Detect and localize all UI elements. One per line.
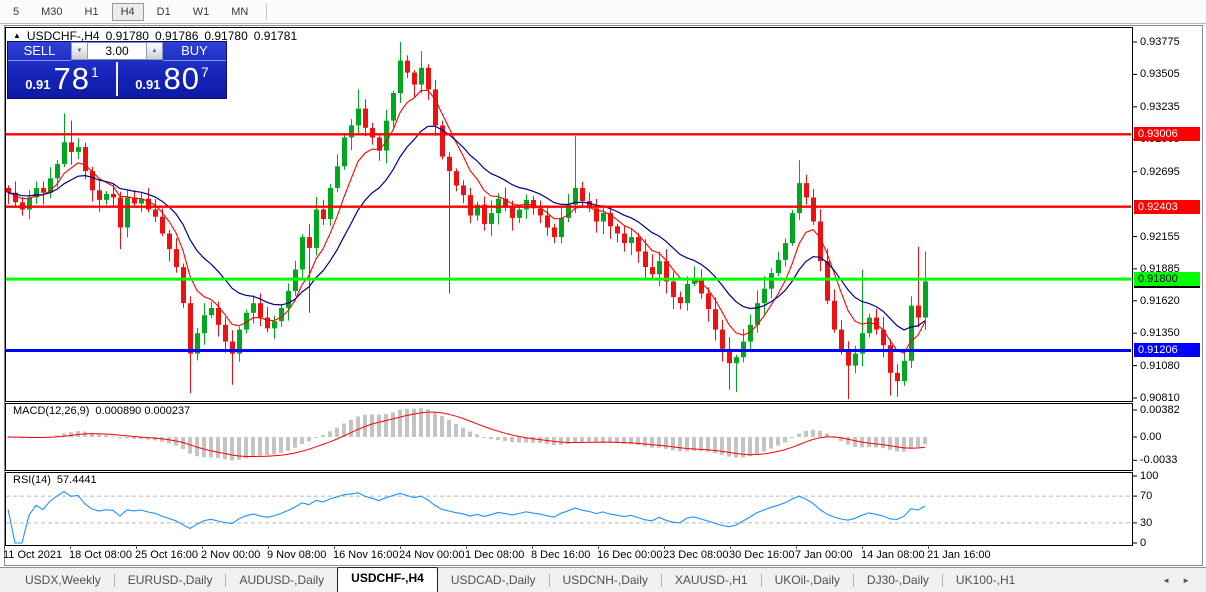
time-tick-label: 9 Nov 08:00 xyxy=(267,549,327,561)
chart-tab-usdcnh-daily[interactable]: USDCNH-,Daily xyxy=(550,570,661,592)
time-tick-label: 16 Nov 16:00 xyxy=(333,549,399,561)
buy-button[interactable]: BUY xyxy=(163,42,226,61)
symbol-collapse-icon[interactable]: ▲ xyxy=(13,31,21,41)
ohlc-close: 0.91781 xyxy=(253,29,298,43)
macd-axis-tick: 0.00 xyxy=(1140,431,1162,443)
level-price-label: 0.91800 xyxy=(1134,272,1200,287)
buy-price[interactable]: 0.91 80 7 xyxy=(118,61,226,98)
rsi-axis-tick: 30 xyxy=(1140,516,1153,529)
buy-price-prefix: 0.91 xyxy=(135,77,161,92)
time-tick-label: 24 Nov 00:00 xyxy=(399,549,465,561)
sell-price-sup: 1 xyxy=(91,64,99,80)
chart-tab-usdchf-h4[interactable]: USDCHF-,H4 xyxy=(337,567,438,592)
price-tick: 0.91350 xyxy=(1140,327,1180,340)
tab-scroll-nav: ◄ ► xyxy=(1162,576,1206,585)
time-tick-label: 11 Oct 2021 xyxy=(3,549,63,561)
time-tick-label: 14 Jan 08:00 xyxy=(861,549,925,561)
buy-price-big: 80 xyxy=(163,61,200,96)
level-price-label: 0.92403 xyxy=(1134,199,1200,214)
time-tick-label: 23 Dec 08:00 xyxy=(663,549,729,561)
chart-tab-xauusd-h1[interactable]: XAUUSD-,H1 xyxy=(662,570,761,592)
chart-tab-usdcad-daily[interactable]: USDCAD-,Daily xyxy=(438,570,549,592)
time-tick-label: 25 Oct 16:00 xyxy=(135,549,198,561)
rsi-axis-tick: 100 xyxy=(1140,470,1159,482)
chart-tab-dj30-daily[interactable]: DJ30-,Daily xyxy=(854,570,942,592)
rsi-value: 57.4441 xyxy=(56,474,97,486)
rsi-label: RSI(14) 57.4441 xyxy=(13,474,97,486)
chart-tab-ukoil-daily[interactable]: UKOil-,Daily xyxy=(762,570,853,592)
chart-tab-eurusd-daily[interactable]: EURUSD-,Daily xyxy=(115,570,226,592)
time-tick-label: 30 Dec 16:00 xyxy=(729,549,795,561)
price-tick: 0.93775 xyxy=(1140,36,1180,48)
rsi-axis-tick: 0 xyxy=(1140,537,1147,549)
price-tick: 0.91620 xyxy=(1140,294,1180,307)
price-tick: 0.93235 xyxy=(1140,100,1180,113)
volume-input[interactable] xyxy=(88,42,146,60)
chart-tab-audusd-daily[interactable]: AUDUSD-,Daily xyxy=(226,570,337,592)
chart-tab-uk100-h1[interactable]: UK100-,H1 xyxy=(943,570,1028,592)
macd-values: 0.000890 0.000237 xyxy=(95,405,191,417)
chart-tab-bar: USDX,Weekly EURUSD-,Daily AUDUSD-,Daily USD… xyxy=(0,567,1206,592)
time-tick-label: 21 Jan 16:00 xyxy=(927,549,991,561)
time-tick-label: 2 Nov 00:00 xyxy=(201,549,261,561)
time-tick-label: 1 Dec 08:00 xyxy=(465,549,525,561)
price-tick: 0.92695 xyxy=(1140,165,1180,178)
chart-tab-usdx-weekly[interactable]: USDX,Weekly xyxy=(12,570,114,592)
volume-increase-button[interactable]: ▲ xyxy=(146,42,163,60)
time-tick-label: 16 Dec 00:00 xyxy=(597,549,663,561)
price-tick: 0.92155 xyxy=(1140,230,1180,243)
time-tick-label: 7 Jan 00:00 xyxy=(795,549,853,561)
rsi-axis-tick: 70 xyxy=(1140,490,1153,503)
macd-axis-tick: 0.00382 xyxy=(1140,404,1180,416)
sell-price[interactable]: 0.91 78 1 xyxy=(8,61,116,98)
level-price-label: 0.93006 xyxy=(1134,127,1200,142)
price-tick: 0.93505 xyxy=(1140,68,1180,81)
tab-scroll-left-icon[interactable]: ◄ xyxy=(1162,576,1170,585)
level-price-label: 0.91206 xyxy=(1134,343,1200,358)
price-tick: 0.91080 xyxy=(1140,359,1180,372)
rsi-name: RSI(14) xyxy=(13,474,51,486)
tab-scroll-right-icon[interactable]: ► xyxy=(1182,576,1190,585)
trading-terminal: 5 M30 H1 H4 D1 W1 MN ▲ USDCHF-,H4 0.91780 0.91… xyxy=(0,0,1206,592)
macd-axis-tick: -0.0033 xyxy=(1140,454,1178,467)
time-tick-label: 18 Oct 08:00 xyxy=(69,549,132,561)
macd-label: MACD(12,26,9) 0.000890 0.000237 xyxy=(13,405,190,417)
macd-name: MACD(12,26,9) xyxy=(13,405,90,417)
buy-price-sup: 7 xyxy=(201,64,209,80)
sell-price-prefix: 0.91 xyxy=(25,77,51,92)
time-tick-label: 8 Dec 16:00 xyxy=(531,549,591,561)
one-click-trading-panel: SELL ▼ ▲ BUY 0.91781 0.91807 xyxy=(7,41,227,99)
sell-price-big: 78 xyxy=(53,61,90,96)
volume-decrease-button[interactable]: ▼ xyxy=(71,42,88,60)
volume-spinner: ▼ ▲ xyxy=(71,42,163,60)
sell-button[interactable]: SELL xyxy=(8,42,71,61)
